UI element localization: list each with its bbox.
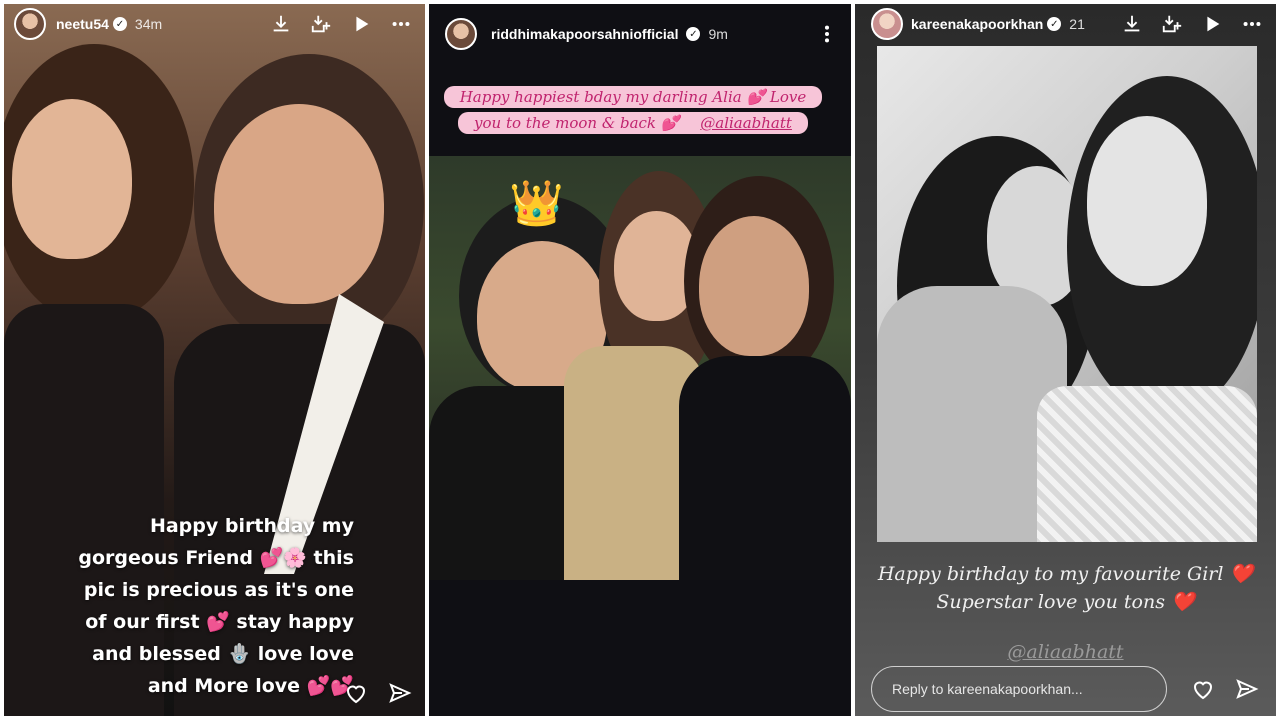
verified-badge-icon: ✓ [1047,17,1062,31]
story-panel-neetu54[interactable]: neetu54 ✓ 34m Happy birthday my gorgeous… [4,4,425,716]
caption-line: Happy birthday to my favourite Girl ❤️ [877,563,1254,585]
caption-line: of our first 💕 stay happy [85,611,354,633]
download-icon[interactable] [1118,10,1146,38]
post-time: 21 [1069,16,1085,32]
username[interactable]: neetu54 [56,16,109,32]
mention-link[interactable]: @aliaabhatt [855,641,1276,663]
story-panel-kareena[interactable]: kareenakapoorkhan ✓ 21 Happy birthday to… [855,4,1276,716]
download-icon[interactable] [267,10,295,38]
story-photo: 👑 [429,156,851,580]
verified-badge-icon: ✓ [686,27,701,41]
username[interactable]: riddhimakapoorsahniofficial [491,26,678,42]
caption-line: Superstar love you tons ❤️ [936,591,1195,613]
story-actions [1174,674,1262,704]
caption-line: gorgeous Friend 💕🌸 this [78,547,354,569]
more-icon[interactable] [387,10,415,38]
more-icon[interactable] [813,20,841,48]
heart-icon[interactable] [341,678,371,708]
caption-line: and More love 💕💕 [147,675,354,697]
caption-line: and blessed 🪬 love love [92,643,354,665]
story-caption: Happy birthday my gorgeous Friend 💕🌸 thi… [54,510,354,702]
story-caption: Happy birthday to my favourite Girl ❤️ S… [855,560,1276,616]
add-to-icon[interactable] [1158,10,1186,38]
story-header: kareenakapoorkhan ✓ 21 [855,4,1276,44]
story-actions [327,678,415,708]
heart-icon[interactable] [1188,674,1218,704]
caption-line: you to the moon & back 💕 [466,112,688,134]
post-time: 9m [708,26,728,42]
send-icon[interactable] [385,678,415,708]
post-time: 34m [134,16,163,32]
reply-placeholder: Reply to kareenakapoorkhan... [892,681,1083,697]
username[interactable]: kareenakapoorkhan [911,16,1043,32]
caption-line: Happy happiest bday my darling Alia 💕 Lo… [451,86,815,108]
verified-badge-icon: ✓ [112,17,127,31]
story-panel-riddhima[interactable]: 👑 riddhimakapoorsahniofficial ✓ 9m Happy… [429,4,851,716]
play-icon[interactable] [347,10,375,38]
story-header: riddhimakapoorsahniofficial ✓ 9m [429,14,851,54]
caption-line: Happy birthday my [149,515,354,537]
avatar[interactable] [14,8,46,40]
mention-link[interactable]: @aliaabhatt [692,112,800,134]
more-icon[interactable] [1238,10,1266,38]
play-icon[interactable] [1198,10,1226,38]
avatar[interactable] [871,8,903,40]
avatar[interactable] [445,18,477,50]
caption-line: pic is precious as it's one [83,579,354,601]
crown-sticker: 👑 [509,178,564,229]
story-caption: Happy happiest bday my darling Alia 💕 Lo… [429,84,837,136]
reply-input[interactable]: Reply to kareenakapoorkhan... [871,666,1167,712]
send-icon[interactable] [1232,674,1262,704]
add-to-icon[interactable] [307,10,335,38]
story-photo [877,46,1257,542]
story-header: neetu54 ✓ 34m [4,4,425,44]
